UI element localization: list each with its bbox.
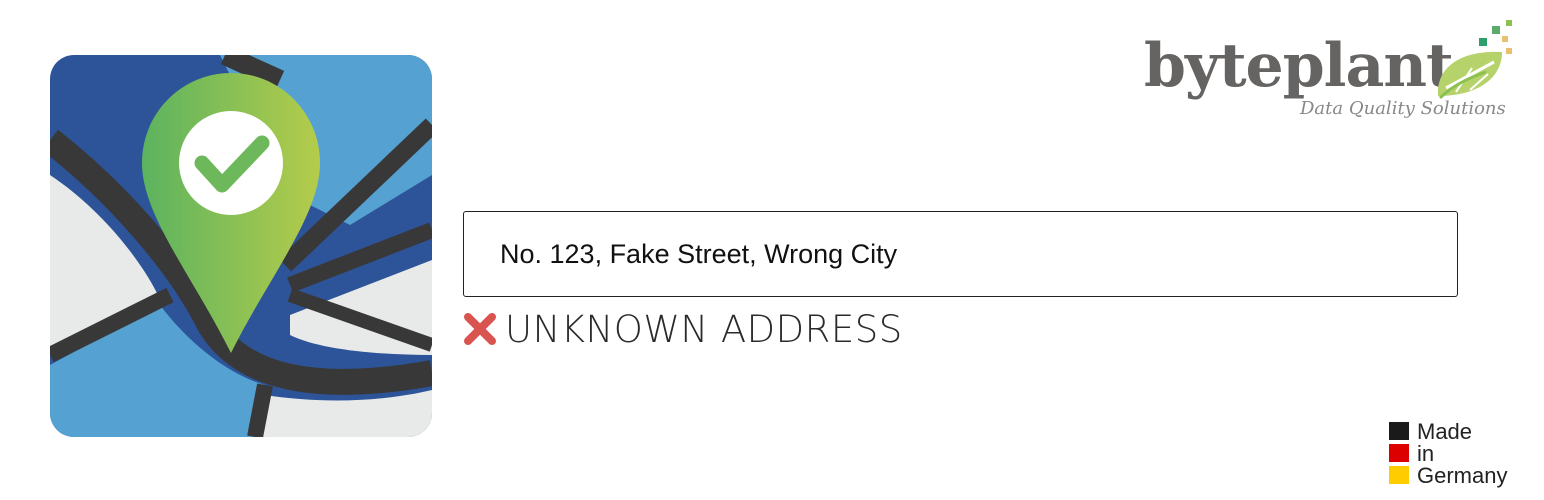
- logo-wordmark: byteplant: [1144, 31, 1454, 101]
- flag-stripe-gold: [1389, 466, 1409, 484]
- made-in-germany-badge: Made in Germany: [1389, 421, 1529, 487]
- flag-stripe-black: [1389, 422, 1409, 440]
- address-input[interactable]: [463, 211, 1458, 297]
- made-line-1: Made: [1417, 419, 1473, 444]
- status-text: UNKNOWN ADDRESS: [505, 307, 903, 351]
- cross-icon: [464, 313, 496, 345]
- made-line-3: Germany: [1417, 463, 1508, 488]
- made-in-text: Made in Germany: [1417, 421, 1507, 487]
- leaf-icon: [1437, 20, 1512, 100]
- flag-stripe-red: [1389, 444, 1409, 462]
- made-line-2: in: [1417, 441, 1435, 466]
- map-pin-check-icon: [50, 55, 432, 437]
- byteplant-logo: byteplant Data Quality Solutions: [1140, 16, 1530, 126]
- validation-result: UNKNOWN ADDRESS: [463, 306, 903, 352]
